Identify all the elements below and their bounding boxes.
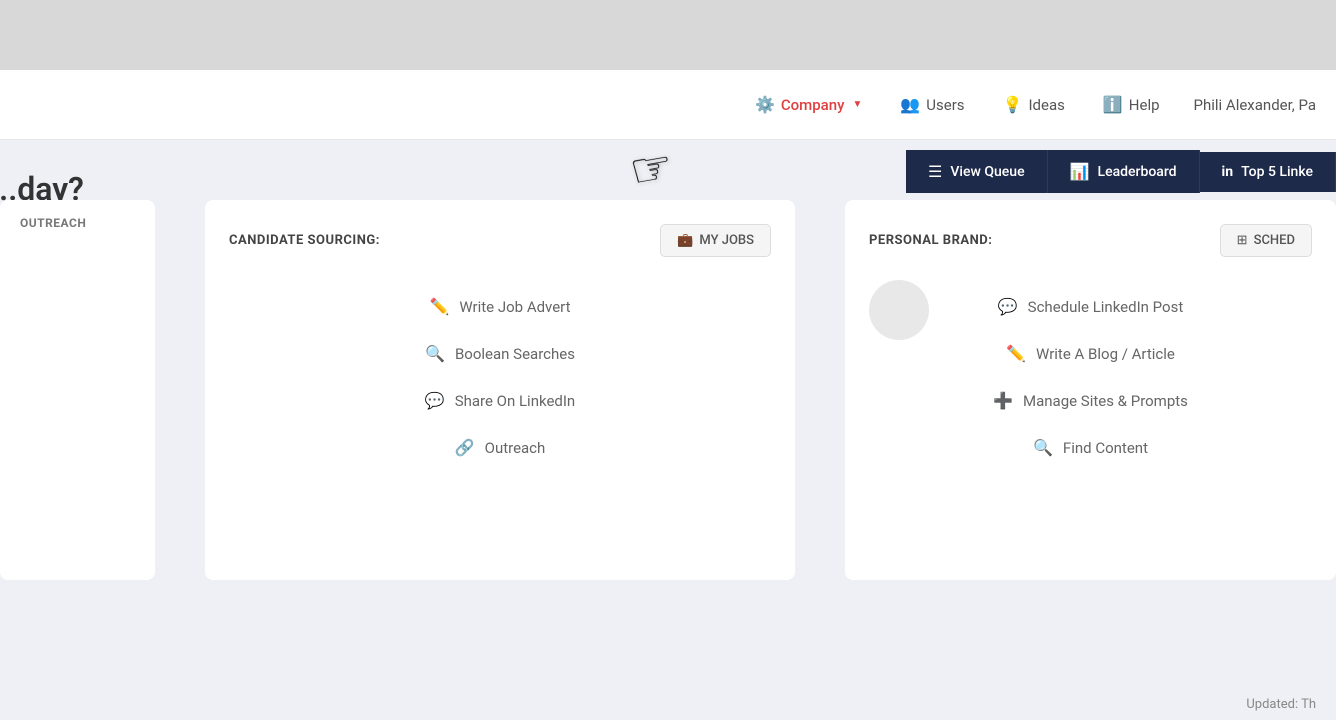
status-bar: Updated: Th bbox=[1226, 689, 1336, 720]
write-blog-article-item[interactable]: ✏️ Write A Blog / Article bbox=[951, 344, 1231, 363]
linkedin-label: Top 5 Linke bbox=[1241, 164, 1313, 180]
os-chrome-bar bbox=[0, 0, 1336, 70]
chat-bubble-icon: 💬 bbox=[998, 297, 1018, 316]
navbar: ⚙️ Company ▼ 👥 Users 💡 Ideas ℹ️ Help Phi… bbox=[0, 70, 1336, 140]
personal-brand-menu-items: 💬 Schedule LinkedIn Post ✏️ Write A Blog… bbox=[869, 287, 1312, 467]
leaderboard-button[interactable]: 📊 Leaderboard bbox=[1048, 150, 1200, 193]
my-jobs-label: MY JOBS bbox=[699, 233, 754, 248]
card-outreach: OUTREACH bbox=[0, 200, 155, 580]
share-linkedin-item[interactable]: 💬 Share On LinkedIn bbox=[360, 391, 640, 410]
gear-icon: ⚙️ bbox=[755, 95, 775, 114]
personal-brand-title: PERSONAL BRAND: bbox=[869, 233, 992, 248]
write-job-advert-label: Write Job Advert bbox=[459, 298, 570, 316]
card-personal-brand: PERSONAL BRAND: ⊞ SCHED 💬 Schedule Linke… bbox=[845, 200, 1336, 580]
link-icon: 🔗 bbox=[455, 438, 475, 457]
main-content: ...day? ☰ View Queue 📊 Leaderboard in To… bbox=[0, 140, 1336, 720]
grid-icon: ⊞ bbox=[1237, 233, 1248, 248]
action-bar: ☰ View Queue 📊 Leaderboard in Top 5 Link… bbox=[906, 150, 1336, 193]
nav-user-label: Phili Alexander, Pa bbox=[1194, 96, 1316, 114]
boolean-searches-item[interactable]: 🔍 Boolean Searches bbox=[360, 344, 640, 363]
idea-icon: 💡 bbox=[1003, 95, 1023, 114]
outreach-item[interactable]: 🔗 Outreach bbox=[360, 438, 640, 457]
nav-users-label: Users bbox=[926, 96, 964, 114]
nav-help-label: Help bbox=[1129, 96, 1160, 114]
schedule-linkedin-post-label: Schedule LinkedIn Post bbox=[1028, 298, 1184, 316]
card-personal-brand-header: PERSONAL BRAND: ⊞ SCHED bbox=[869, 224, 1312, 257]
boolean-searches-label: Boolean Searches bbox=[455, 345, 575, 363]
nav-company[interactable]: ⚙️ Company ▼ bbox=[751, 87, 866, 122]
view-queue-label: View Queue bbox=[950, 164, 1024, 180]
nav-help[interactable]: ℹ️ Help bbox=[1099, 87, 1164, 122]
schedule-tab-label: SCHED bbox=[1254, 233, 1295, 248]
outreach-tab-label: OUTREACH bbox=[20, 216, 86, 230]
leaderboard-label: Leaderboard bbox=[1098, 164, 1177, 180]
plus-icon: ➕ bbox=[993, 391, 1013, 410]
users-icon: 👥 bbox=[900, 95, 920, 114]
schedule-tab-button[interactable]: ⊞ SCHED bbox=[1220, 224, 1312, 257]
menu-icon: ☰ bbox=[928, 162, 942, 181]
cards-container: OUTREACH CANDIDATE SOURCING: 💼 MY JOBS ✏… bbox=[0, 200, 1336, 580]
help-icon: ℹ️ bbox=[1103, 95, 1123, 114]
share-linkedin-label: Share On LinkedIn bbox=[455, 392, 576, 410]
nav-company-label: Company bbox=[781, 96, 845, 114]
chat-icon: 💬 bbox=[425, 391, 445, 410]
avatar-placeholder bbox=[869, 280, 929, 340]
candidate-menu-items: ✏️ Write Job Advert 🔍 Boolean Searches 💬… bbox=[229, 287, 771, 467]
updated-label: Updated: Th bbox=[1246, 697, 1316, 712]
pencil-edit-icon: ✏️ bbox=[1006, 344, 1026, 363]
nav-user[interactable]: Phili Alexander, Pa bbox=[1194, 96, 1316, 114]
nav-ideas-label: Ideas bbox=[1028, 96, 1064, 114]
manage-sites-prompts-label: Manage Sites & Prompts bbox=[1023, 392, 1188, 410]
find-content-item[interactable]: 🔍 Find Content bbox=[951, 438, 1231, 457]
find-search-icon: 🔍 bbox=[1033, 438, 1053, 457]
manage-sites-prompts-item[interactable]: ➕ Manage Sites & Prompts bbox=[951, 391, 1231, 410]
chevron-down-icon: ▼ bbox=[852, 99, 862, 110]
nav-users[interactable]: 👥 Users bbox=[896, 87, 968, 122]
linkedin-icon: in bbox=[1222, 164, 1234, 180]
write-blog-article-label: Write A Blog / Article bbox=[1036, 345, 1175, 363]
schedule-linkedin-post-item[interactable]: 💬 Schedule LinkedIn Post bbox=[951, 297, 1231, 316]
nav-items: ⚙️ Company ▼ 👥 Users 💡 Ideas ℹ️ Help Phi… bbox=[751, 87, 1316, 122]
view-queue-button[interactable]: ☰ View Queue bbox=[906, 150, 1048, 193]
bar-chart-icon: 📊 bbox=[1070, 162, 1090, 181]
outreach-label: Outreach bbox=[485, 439, 546, 457]
pencil-icon: ✏️ bbox=[429, 297, 449, 316]
nav-ideas[interactable]: 💡 Ideas bbox=[999, 87, 1069, 122]
outreach-tab[interactable]: OUTREACH bbox=[0, 200, 155, 246]
candidate-sourcing-title: CANDIDATE SOURCING: bbox=[229, 233, 380, 248]
find-content-label: Find Content bbox=[1063, 439, 1148, 457]
write-job-advert-item[interactable]: ✏️ Write Job Advert bbox=[360, 297, 640, 316]
card-candidate-sourcing: CANDIDATE SOURCING: 💼 MY JOBS ✏️ Write J… bbox=[205, 200, 795, 580]
briefcase-icon: 💼 bbox=[677, 233, 693, 248]
my-jobs-button[interactable]: 💼 MY JOBS bbox=[660, 224, 771, 257]
linkedin-button[interactable]: in Top 5 Linke bbox=[1200, 152, 1336, 192]
card-candidate-header: CANDIDATE SOURCING: 💼 MY JOBS bbox=[229, 224, 771, 257]
search-icon: 🔍 bbox=[425, 344, 445, 363]
